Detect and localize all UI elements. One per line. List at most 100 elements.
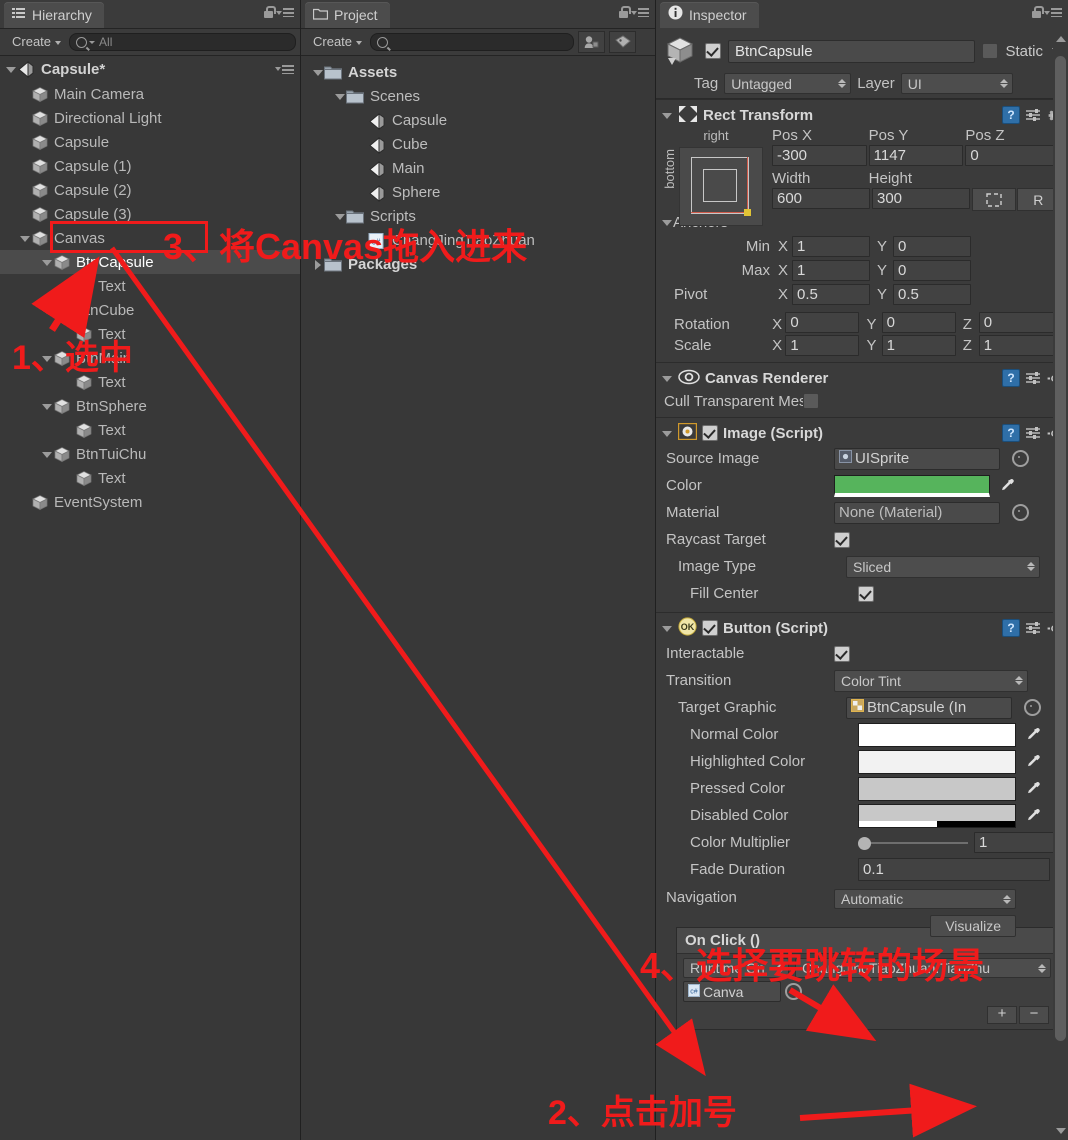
tag-dropdown[interactable]: Untagged xyxy=(724,73,852,94)
hierarchy-item[interactable]: Capsule xyxy=(0,130,300,154)
cull-transparent-checkbox[interactable] xyxy=(802,393,819,409)
expand-triangle-icon[interactable] xyxy=(333,90,346,103)
target-graphic-field[interactable]: BtnCapsule (In xyxy=(846,696,1012,719)
rect-transform-header[interactable]: Rect Transform ? xyxy=(656,103,1068,127)
pos-y-field[interactable]: 1147 xyxy=(868,145,964,166)
fade-duration-field[interactable]: 0.1 xyxy=(858,858,1050,881)
preset-icon[interactable] xyxy=(1026,426,1041,440)
image-script-header[interactable]: Image (Script) ? xyxy=(656,421,1068,445)
gameobject-enabled-checkbox[interactable] xyxy=(705,43,721,59)
expand-triangle-icon[interactable] xyxy=(18,232,31,245)
button-foldout-icon[interactable] xyxy=(660,622,673,635)
anchor-preset-box[interactable] xyxy=(679,147,763,226)
search-by-type-button[interactable] xyxy=(578,31,606,53)
blueprint-mode-button[interactable] xyxy=(972,188,1016,211)
image-enabled-checkbox[interactable] xyxy=(702,425,718,441)
highlighted-color-swatch[interactable] xyxy=(858,749,1016,774)
hierarchy-item[interactable]: Text xyxy=(0,466,300,490)
pressed-color-swatch[interactable] xyxy=(858,776,1016,801)
material-field[interactable]: None (Material) xyxy=(834,501,1000,524)
preset-icon[interactable] xyxy=(1026,371,1041,385)
scene-context-menu-icon[interactable] xyxy=(275,64,300,74)
hierarchy-item[interactable]: Directional Light xyxy=(0,106,300,130)
project-item[interactable]: Capsule xyxy=(301,108,655,132)
inspector-scrollbar[interactable] xyxy=(1053,28,1068,1140)
expand-triangle-icon[interactable] xyxy=(40,448,53,461)
lock-icon[interactable] xyxy=(1031,6,1044,19)
normal-color-swatch[interactable] xyxy=(858,722,1016,747)
hierarchy-item[interactable]: BtnCube xyxy=(0,298,300,322)
inspector-scrollbar-thumb[interactable] xyxy=(1055,56,1066,1041)
project-item[interactable]: Scenes xyxy=(301,84,655,108)
source-image-picker-button[interactable] xyxy=(1012,450,1029,467)
search-filter-chevron-icon[interactable] xyxy=(89,40,96,44)
search-by-label-button[interactable] xyxy=(609,31,637,53)
expand-triangle-icon[interactable] xyxy=(40,256,53,269)
hamburger-menu-icon[interactable] xyxy=(276,7,294,19)
anchor-preset-widget[interactable]: right bottom xyxy=(660,127,772,226)
hierarchy-item[interactable]: Text xyxy=(0,274,300,298)
preset-icon[interactable] xyxy=(1026,621,1041,635)
pivot-x-field[interactable]: 0.5 xyxy=(792,283,870,305)
eyedropper-icon[interactable] xyxy=(1024,727,1040,743)
expand-triangle-icon[interactable] xyxy=(333,210,346,223)
project-create-button[interactable]: Create xyxy=(305,33,366,51)
rotation-y-field[interactable]: 0 xyxy=(881,312,956,333)
pos-x-field[interactable]: -300 xyxy=(772,145,867,166)
scale-x-field[interactable]: 1 xyxy=(785,334,860,356)
anchor-max-x-field[interactable]: 1 xyxy=(792,259,870,281)
pos-z-field[interactable]: 0 xyxy=(965,145,1061,166)
hamburger-menu-icon[interactable] xyxy=(1044,7,1062,19)
eyedropper-icon[interactable] xyxy=(998,478,1014,494)
project-item[interactable]: Scripts xyxy=(301,204,655,228)
tab-hierarchy[interactable]: Hierarchy xyxy=(4,2,104,28)
tab-project[interactable]: Project xyxy=(305,2,390,28)
expand-triangle-icon[interactable] xyxy=(311,66,324,79)
source-image-field[interactable]: UISprite xyxy=(834,447,1000,470)
anchor-min-x-field[interactable]: 1 xyxy=(792,235,870,257)
disabled-color-swatch[interactable] xyxy=(858,803,1016,828)
hamburger-menu-icon[interactable] xyxy=(631,7,649,19)
rotation-x-field[interactable]: 0 xyxy=(785,312,860,333)
hierarchy-item[interactable]: Capsule (2) xyxy=(0,178,300,202)
help-icon[interactable]: ? xyxy=(1002,106,1020,124)
interactable-checkbox[interactable] xyxy=(834,645,850,662)
image-foldout-icon[interactable] xyxy=(660,427,673,440)
material-picker-button[interactable] xyxy=(1012,504,1029,521)
hierarchy-item[interactable]: Main Camera xyxy=(0,82,300,106)
canvas-renderer-foldout-icon[interactable] xyxy=(660,372,673,385)
rect-transform-foldout-icon[interactable] xyxy=(660,109,673,122)
tab-inspector[interactable]: Inspector xyxy=(660,2,759,28)
help-icon[interactable]: ? xyxy=(1002,369,1020,387)
hierarchy-create-button[interactable]: Create xyxy=(4,33,65,51)
hierarchy-item[interactable]: BtnCapsule xyxy=(0,250,300,274)
hierarchy-item[interactable]: Capsule (1) xyxy=(0,154,300,178)
on-click-remove-button[interactable]: − xyxy=(1019,1006,1049,1024)
hierarchy-item[interactable]: Text xyxy=(0,322,300,346)
on-click-function-dropdown[interactable]: ChangJingTiaoZhuan.TiaoZhu xyxy=(795,958,1051,978)
height-field[interactable]: 300 xyxy=(872,188,970,209)
visualize-button[interactable]: Visualize xyxy=(930,915,1016,937)
expand-triangle-icon[interactable] xyxy=(311,258,324,271)
transition-dropdown[interactable]: Color Tint xyxy=(834,669,1028,692)
help-icon[interactable]: ? xyxy=(1002,619,1020,637)
hierarchy-item[interactable]: BtnTuiChu xyxy=(0,442,300,466)
project-item[interactable]: Packages xyxy=(301,252,655,276)
gameobject-name-field[interactable]: BtnCapsule xyxy=(728,39,976,63)
on-click-object-field[interactable]: c# Canva xyxy=(683,981,781,1002)
eyedropper-icon[interactable] xyxy=(1024,781,1040,797)
width-field[interactable]: 600 xyxy=(772,188,870,209)
hierarchy-scene-root[interactable]: Capsule* xyxy=(0,56,300,82)
pivot-y-field[interactable]: 0.5 xyxy=(893,283,971,305)
navigation-dropdown[interactable]: Automatic xyxy=(834,889,1016,909)
scroll-down-arrow-icon[interactable] xyxy=(1056,1128,1066,1134)
button-enabled-checkbox[interactable] xyxy=(702,620,718,636)
anchor-min-y-field[interactable]: 0 xyxy=(893,235,971,257)
preset-icon[interactable] xyxy=(1026,108,1041,122)
on-click-runtime-dropdown[interactable]: Runtime On xyxy=(683,958,789,978)
hierarchy-item[interactable]: Canvas xyxy=(0,226,300,250)
hierarchy-item[interactable]: Capsule (3) xyxy=(0,202,300,226)
hierarchy-search-input[interactable]: All xyxy=(69,33,296,51)
project-item[interactable]: Main xyxy=(301,156,655,180)
hierarchy-item[interactable]: Text xyxy=(0,370,300,394)
